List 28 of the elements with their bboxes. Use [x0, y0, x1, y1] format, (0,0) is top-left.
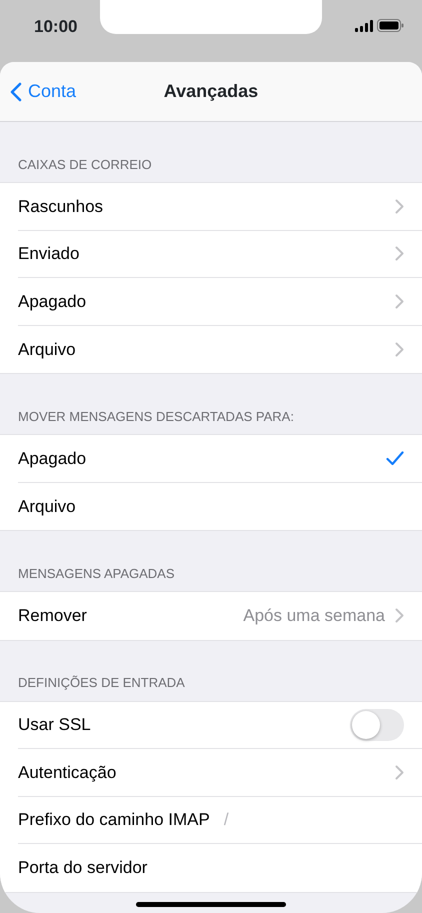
list-row[interactable]: Usar SSL: [18, 702, 422, 749]
list-row[interactable]: Apagado: [18, 435, 422, 482]
clock-time: 10:00: [34, 16, 78, 38]
chevron-icon: [395, 608, 404, 624]
chevron-icon: [395, 198, 404, 214]
signal-icon: [355, 20, 373, 32]
back-icon: [10, 82, 22, 102]
back-button[interactable]: Conta: [0, 78, 76, 105]
page-title: Avançadas: [164, 80, 258, 103]
section-header: MOVER MENSAGENS DESCARTADAS PARA:: [18, 408, 294, 426]
list-row[interactable]: Apagado: [18, 278, 422, 326]
section-header: DEFINIÇÕES DE ENTRADA: [18, 674, 185, 692]
section-header: MENSAGENS APAGADAS: [18, 564, 175, 582]
list-row[interactable]: Enviado: [18, 230, 422, 278]
chevron-icon: [395, 246, 404, 262]
list-row[interactable]: Rascunhos: [18, 183, 422, 230]
chevron-icon: [395, 342, 404, 357]
section-header: CAIXAS DE CORREIO: [18, 156, 152, 174]
battery-icon: [377, 19, 404, 32]
field-label: Porta do servidor: [18, 857, 148, 879]
list-row[interactable]: Arquivo: [18, 482, 422, 530]
input-field[interactable]: /: [224, 807, 404, 832]
list-row[interactable]: Autenticação: [18, 749, 422, 796]
field-label: Prefixo do caminho IMAP: [18, 809, 210, 831]
chevron-icon: [395, 764, 404, 780]
list-row[interactable]: Arquivo: [18, 326, 422, 373]
chevron-icon: [395, 294, 404, 309]
toggle-switch[interactable]: [350, 708, 404, 741]
